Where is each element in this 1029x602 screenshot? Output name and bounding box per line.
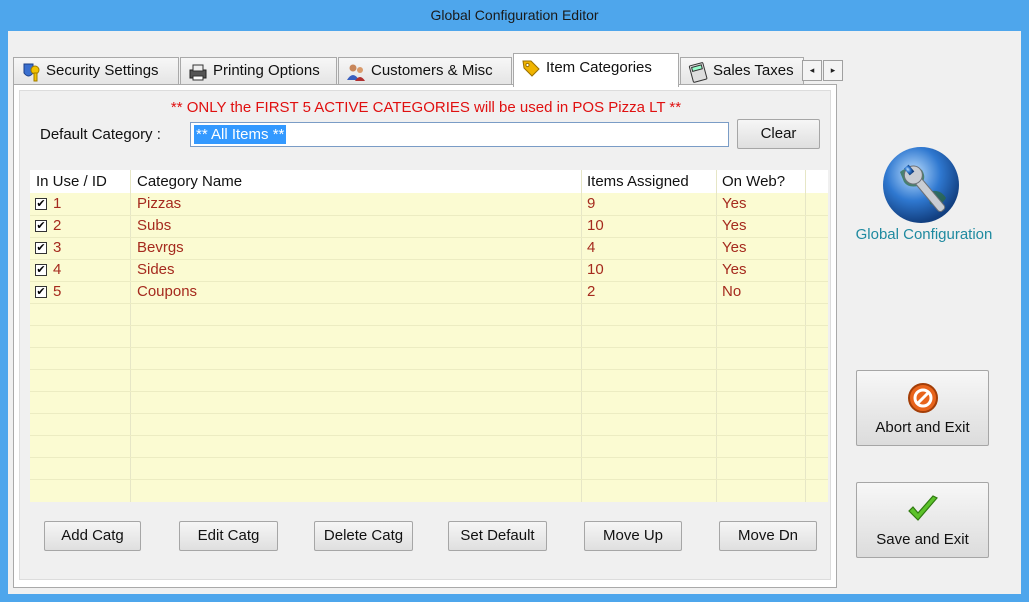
tab-strip: Security Settings Printing Options Custo… [13, 53, 853, 87]
default-category-input[interactable]: ** All Items ** [190, 122, 729, 147]
users-icon [347, 64, 365, 81]
cell-on-web: Yes [722, 195, 747, 212]
cell-category-name: Pizzas [137, 195, 182, 212]
abort-and-exit-button[interactable]: Abort and Exit [856, 370, 989, 446]
tab-label: Printing Options [213, 62, 320, 79]
cell-items-assigned: 9 [587, 195, 596, 212]
table-header: In Use / ID Category Name Items Assigned… [30, 170, 828, 193]
cell-id: 1 [53, 195, 62, 212]
cell-on-web: Yes [722, 261, 747, 278]
tag-icon [522, 60, 540, 77]
col-header-items-assigned: Items Assigned [587, 173, 689, 190]
cell-items-assigned: 10 [587, 261, 604, 278]
cell-on-web: No [722, 283, 742, 300]
cell-id: 4 [53, 261, 62, 278]
tab-label: Item Categories [546, 59, 652, 76]
window-title: Global Configuration Editor [430, 7, 599, 23]
cell-category-name: Subs [137, 217, 172, 234]
notice-text: ** ONLY the FIRST 5 ACTIVE CATEGORIES wi… [170, 99, 682, 116]
in-use-checkbox[interactable]: ✔ [35, 220, 47, 232]
cell-on-web: Yes [722, 217, 747, 234]
default-category-value: ** All Items ** [194, 125, 287, 144]
add-category-button[interactable]: Add Catg [44, 521, 141, 551]
cell-items-assigned: 4 [587, 239, 596, 256]
tab-label: Security Settings [46, 62, 159, 79]
cell-category-name: Coupons [137, 283, 198, 300]
tab-item-categories[interactable]: Item Categories [513, 53, 679, 87]
delete-category-button[interactable]: Delete Catg [314, 521, 413, 551]
tab-panel: ** ONLY the FIRST 5 ACTIVE CATEGORIES wi… [13, 84, 837, 588]
col-header-category-name: Category Name [137, 173, 243, 190]
move-down-button[interactable]: Move Dn [719, 521, 817, 551]
move-up-button[interactable]: Move Up [584, 521, 682, 551]
save-and-exit-button[interactable]: Save and Exit [856, 482, 989, 558]
stop-icon [907, 383, 938, 413]
col-header-in-use-id: In Use / ID [36, 173, 107, 190]
table-row[interactable]: ✔ 3 Bevrgs 4 Yes [30, 237, 828, 259]
edit-category-button[interactable]: Edit Catg [179, 521, 278, 551]
checkmark-icon [907, 495, 938, 521]
tab-sales-taxes[interactable]: Sales Taxes [680, 57, 804, 85]
table-row[interactable]: ✔ 1 Pizzas 9 Yes [30, 193, 828, 215]
categories-panel: ** ONLY the FIRST 5 ACTIVE CATEGORIES wi… [19, 90, 831, 580]
printer-icon [189, 64, 207, 81]
tab-scroll-left-button[interactable]: ◂ [802, 60, 822, 81]
categories-table[interactable]: In Use / ID Category Name Items Assigned… [30, 170, 828, 502]
set-default-button[interactable]: Set Default [448, 521, 547, 551]
default-category-label: Default Category : [40, 126, 161, 143]
in-use-checkbox[interactable]: ✔ [35, 198, 47, 210]
calculator-icon [688, 62, 708, 83]
clear-button[interactable]: Clear [737, 119, 820, 149]
cell-items-assigned: 10 [587, 217, 604, 234]
global-configuration-label: Global Configuration [855, 226, 993, 243]
in-use-checkbox[interactable]: ✔ [35, 264, 47, 276]
key-shield-icon [23, 63, 40, 82]
in-use-checkbox[interactable]: ✔ [35, 286, 47, 298]
window: Global Configuration Editor Security Set… [0, 0, 1029, 602]
cell-id: 5 [53, 283, 62, 300]
tab-security-settings[interactable]: Security Settings [13, 57, 179, 85]
cell-id: 3 [53, 239, 62, 256]
cell-category-name: Bevrgs [137, 239, 184, 256]
in-use-checkbox[interactable]: ✔ [35, 242, 47, 254]
globe-wrench-icon [883, 147, 959, 223]
table-row[interactable]: ✔ 5 Coupons 2 No [30, 281, 828, 303]
cell-on-web: Yes [722, 239, 747, 256]
cell-id: 2 [53, 217, 62, 234]
tab-scroll-right-button[interactable]: ▸ [823, 60, 843, 81]
col-header-on-web: On Web? [722, 173, 786, 190]
tab-customers-misc[interactable]: Customers & Misc [338, 57, 512, 85]
cell-category-name: Sides [137, 261, 175, 278]
cell-items-assigned: 2 [587, 283, 596, 300]
save-and-exit-label: Save and Exit [876, 531, 969, 548]
tab-label: Customers & Misc [371, 62, 493, 79]
table-row[interactable]: ✔ 4 Sides 10 Yes [30, 259, 828, 281]
abort-and-exit-label: Abort and Exit [875, 419, 970, 436]
table-row[interactable]: ✔ 2 Subs 10 Yes [30, 215, 828, 237]
tab-label: Sales Taxes [713, 62, 794, 79]
tab-printing-options[interactable]: Printing Options [180, 57, 337, 85]
